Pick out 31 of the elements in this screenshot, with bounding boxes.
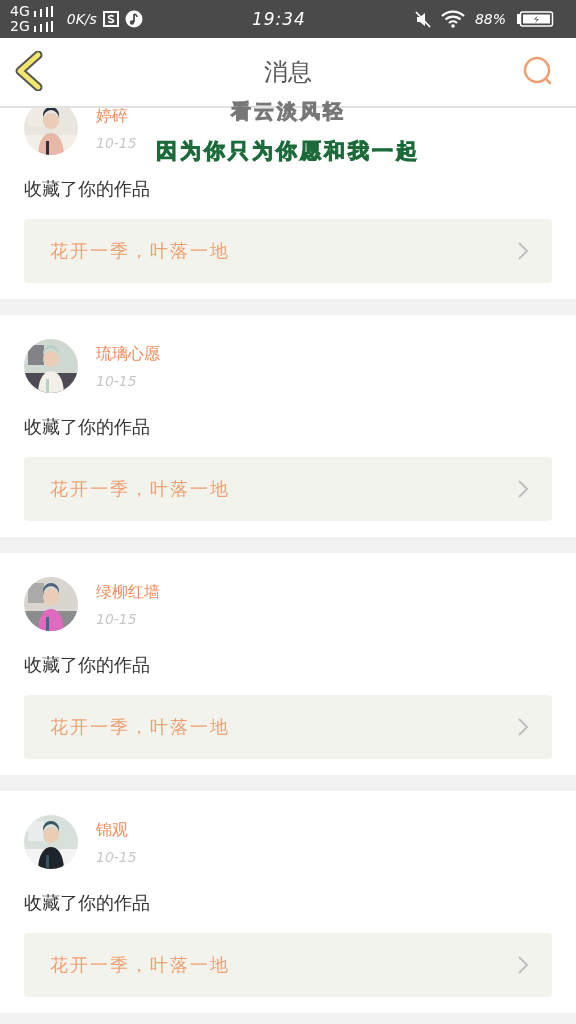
action-text: 收藏了你的作品: [24, 654, 150, 675]
wifi-icon: [440, 10, 465, 28]
user-name[interactable]: 琉璃心愿: [96, 343, 160, 365]
work-link[interactable]: 花开一季，叶落一地: [24, 695, 552, 759]
user-name[interactable]: 绿柳红墙: [96, 581, 160, 603]
work-link[interactable]: 花开一季，叶落一地: [24, 219, 552, 283]
chevron-right-icon: [518, 956, 528, 974]
action-text: 收藏了你的作品: [24, 178, 150, 199]
chevron-right-icon: [518, 718, 528, 736]
signal-icon: [32, 21, 53, 32]
battery-percent: 88%: [474, 11, 506, 27]
mute-icon: [414, 10, 431, 28]
signal-icon: [32, 6, 53, 17]
back-button[interactable]: [14, 50, 44, 94]
network-type: 4G: [10, 4, 30, 19]
page-title: 消息: [264, 58, 312, 86]
lyric-line: 因为你只为你愿和我一起: [156, 138, 420, 165]
music-note-icon: [124, 10, 143, 28]
battery-charging-icon: [516, 11, 554, 27]
action-text: 收藏了你的作品: [24, 416, 150, 437]
clock: 19:34: [250, 9, 307, 29]
network-speed: 0K/s: [66, 11, 97, 27]
work-link[interactable]: 花开一季，叶落一地: [24, 457, 552, 521]
action-text: 收藏了你的作品: [24, 892, 150, 913]
chevron-right-icon: [518, 480, 528, 498]
network-type: 2G: [10, 19, 30, 34]
work-link[interactable]: 花开一季，叶落一地: [24, 933, 552, 997]
s-box-icon: [102, 11, 119, 27]
lyric-line: 看云淡风轻: [230, 98, 346, 125]
chevron-right-icon: [518, 242, 528, 260]
user-name[interactable]: 锦观: [96, 819, 137, 841]
